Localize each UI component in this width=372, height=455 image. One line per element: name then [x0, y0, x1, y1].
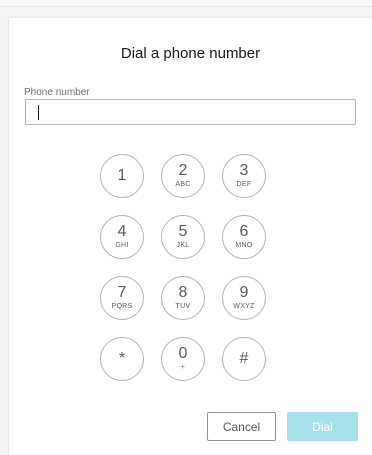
phone-number-label: Phone number: [24, 87, 90, 98]
key-digit: *: [118, 349, 126, 367]
key-9[interactable]: 9 WXYZ: [222, 276, 266, 320]
key-7[interactable]: 7 PQRS: [100, 276, 144, 320]
key-digit: 1: [117, 166, 127, 184]
key-letters: GHI: [115, 242, 129, 249]
key-letters: MNO: [235, 242, 253, 249]
key-digit: #: [239, 349, 249, 367]
key-letters: +: [180, 364, 186, 371]
key-digit: 2: [178, 162, 188, 179]
key-letters: TUV: [175, 303, 191, 310]
key-1[interactable]: 1: [100, 154, 144, 198]
key-letters: WXYZ: [233, 303, 255, 310]
dial-dialog: Dial a phone number Phone number 1 2 ABC…: [9, 18, 372, 455]
key-digit: 0: [178, 345, 188, 362]
key-digit: 9: [239, 284, 249, 301]
dial-button[interactable]: Dial: [287, 412, 358, 441]
key-digit: 4: [117, 223, 127, 240]
key-digit: 7: [117, 284, 127, 301]
dialog-title: Dial a phone number: [120, 45, 261, 62]
phone-number-input[interactable]: [25, 99, 356, 125]
key-letters: JKL: [176, 242, 190, 249]
key-3[interactable]: 3 DEF: [222, 154, 266, 198]
key-star[interactable]: *: [100, 337, 144, 381]
key-digit: 8: [178, 284, 188, 301]
key-letters: ABC: [175, 181, 191, 188]
key-0[interactable]: 0 +: [161, 337, 205, 381]
key-digit: 3: [239, 162, 249, 179]
key-4[interactable]: 4 GHI: [100, 215, 144, 259]
text-caret: [38, 105, 39, 120]
cancel-button[interactable]: Cancel: [207, 412, 276, 441]
key-5[interactable]: 5 JKL: [161, 215, 205, 259]
key-digit: 5: [178, 223, 188, 240]
key-hash[interactable]: #: [222, 337, 266, 381]
key-digit: 6: [239, 223, 249, 240]
key-letters: PQRS: [111, 303, 133, 310]
key-2[interactable]: 2 ABC: [161, 154, 205, 198]
key-6[interactable]: 6 MNO: [222, 215, 266, 259]
top-strip: [0, 0, 372, 7]
key-letters: DEF: [236, 181, 252, 188]
key-8[interactable]: 8 TUV: [161, 276, 205, 320]
